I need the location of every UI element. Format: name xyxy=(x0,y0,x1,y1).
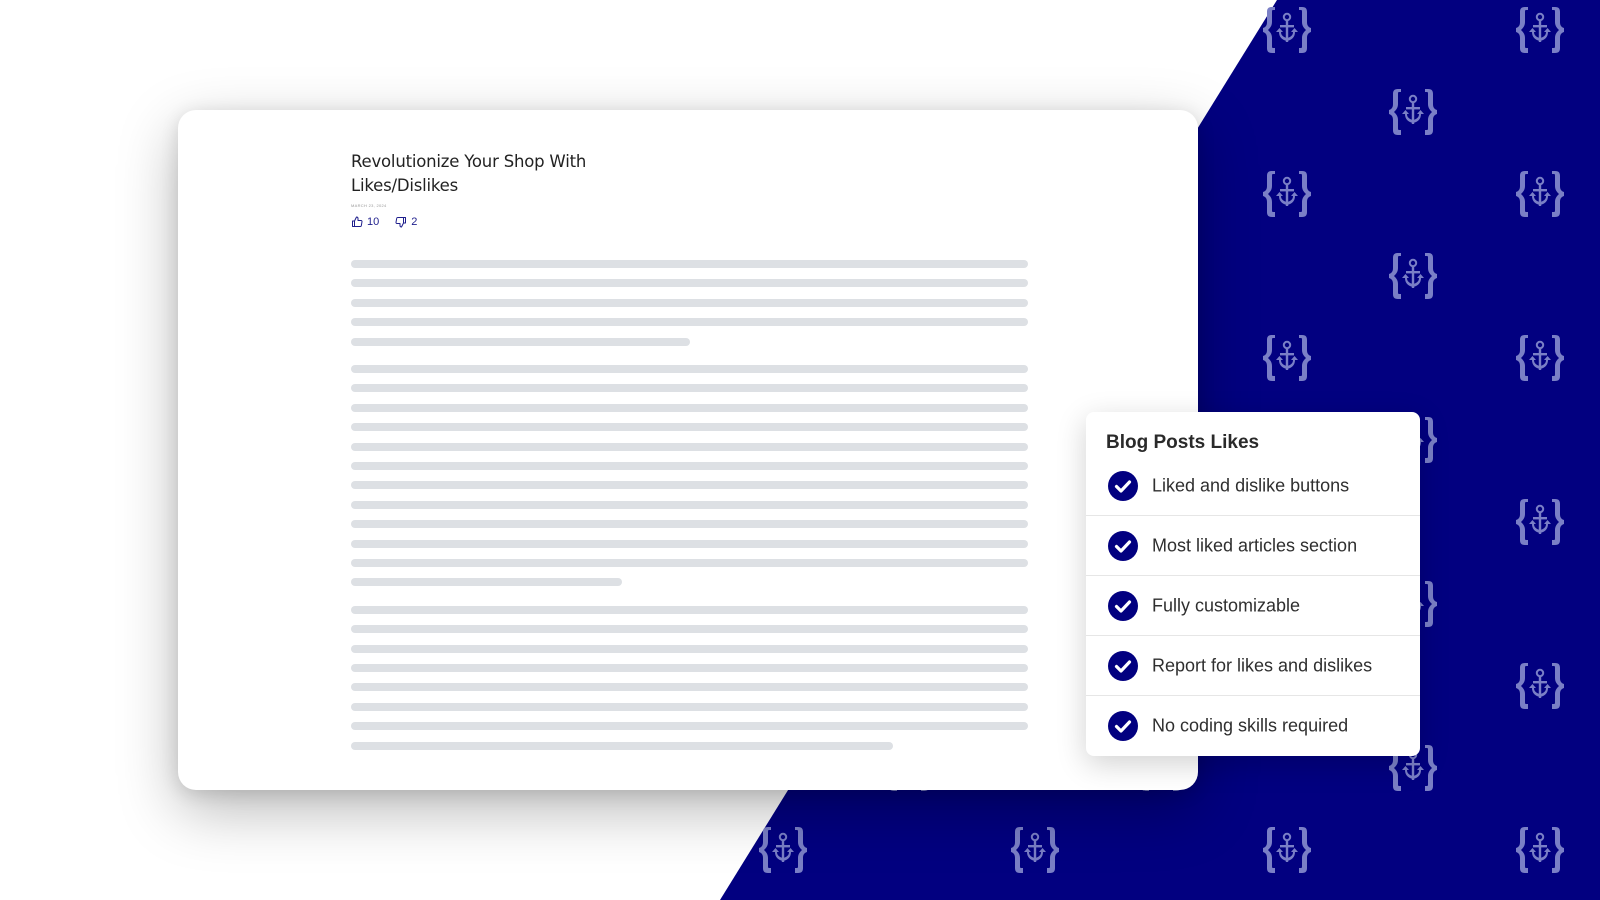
placeholder-text-line xyxy=(351,260,1028,268)
check-circle-icon xyxy=(1108,470,1138,501)
placeholder-text-line xyxy=(351,403,1028,412)
placeholder-text-line xyxy=(351,683,1028,692)
check-circle-icon xyxy=(1108,530,1138,561)
dislike-count: 2 xyxy=(411,216,418,228)
anchor-in-braces-icon xyxy=(1386,85,1440,139)
feature-item: No coding skills required xyxy=(1086,696,1420,756)
placeholder-text-line xyxy=(351,500,1028,509)
anchor-in-braces-icon xyxy=(756,823,810,877)
article-window: Revolutionize Your Shop With Likes/Disli… xyxy=(178,110,1198,790)
anchor-in-braces-icon xyxy=(1513,331,1567,385)
article-title: Revolutionize Your Shop With Likes/Disli… xyxy=(351,152,587,195)
feature-item: Most liked articles section xyxy=(1086,516,1420,576)
anchor-in-braces-icon xyxy=(1386,249,1440,303)
placeholder-text-line xyxy=(351,481,1028,490)
placeholder-text-line xyxy=(351,664,1028,672)
placeholder-text-line xyxy=(351,559,1028,567)
card-title: Blog Posts Likes xyxy=(1106,432,1260,453)
feature-label: Liked and dislike buttons xyxy=(1152,475,1350,495)
placeholder-text-line xyxy=(351,741,893,750)
placeholder-text-line xyxy=(351,722,1028,731)
feature-item: Report for likes and dislikes xyxy=(1086,636,1420,696)
thumbs-up-icon xyxy=(352,216,363,227)
feature-label: Fully customizable xyxy=(1152,595,1301,615)
placeholder-text-line xyxy=(351,520,1028,529)
placeholder-text-line xyxy=(351,279,1028,288)
reactions-bar: 10 2 xyxy=(351,216,417,228)
placeholder-text-line xyxy=(351,605,1028,614)
article-date: MARCH 23, 2024 xyxy=(351,203,387,208)
placeholder-text-line xyxy=(351,423,1028,432)
check-circle-icon xyxy=(1108,711,1138,741)
feature-label: Report for likes and dislikes xyxy=(1152,655,1373,675)
features-card: Blog Posts Likes Liked and dislike butto… xyxy=(1086,412,1420,756)
anchor-in-braces-icon xyxy=(1008,823,1062,877)
anchor-in-braces-icon xyxy=(1260,823,1314,877)
feature-label: No coding skills required xyxy=(1152,715,1349,736)
placeholder-text-line xyxy=(351,462,1028,470)
anchor-in-braces-icon xyxy=(1513,167,1567,221)
anchor-in-braces-icon xyxy=(1513,495,1567,549)
feature-label: Most liked articles section xyxy=(1152,535,1358,555)
placeholder-text-line xyxy=(351,539,1028,548)
feature-item: Fully customizable xyxy=(1086,576,1420,636)
placeholder-text-line xyxy=(351,578,622,587)
placeholder-text-line xyxy=(351,644,1028,653)
placeholder-text-line xyxy=(351,384,1028,393)
placeholder-text-line xyxy=(351,702,1028,711)
anchor-in-braces-icon xyxy=(1513,3,1567,57)
feature-item: Liked and dislike buttons xyxy=(1086,456,1420,516)
placeholder-text-line xyxy=(351,365,1028,373)
dislike-button[interactable]: 2 xyxy=(395,216,417,228)
anchor-in-braces-icon xyxy=(1260,167,1314,221)
anchor-in-braces-icon xyxy=(1513,659,1567,713)
placeholder-text-line xyxy=(351,442,1028,451)
thumbs-down-icon xyxy=(395,217,407,228)
placeholder-text-line xyxy=(351,337,690,346)
anchor-in-braces-icon xyxy=(1260,331,1314,385)
check-circle-icon xyxy=(1108,590,1138,621)
placeholder-text-line xyxy=(351,298,1028,307)
check-circle-icon xyxy=(1108,650,1138,681)
like-button[interactable]: 10 xyxy=(351,216,379,228)
anchor-in-braces-icon xyxy=(1513,823,1567,877)
placeholder-text-line xyxy=(351,625,1028,634)
like-count: 10 xyxy=(367,216,380,228)
placeholder-text-line xyxy=(351,318,1028,327)
anchor-in-braces-icon xyxy=(1260,3,1314,57)
